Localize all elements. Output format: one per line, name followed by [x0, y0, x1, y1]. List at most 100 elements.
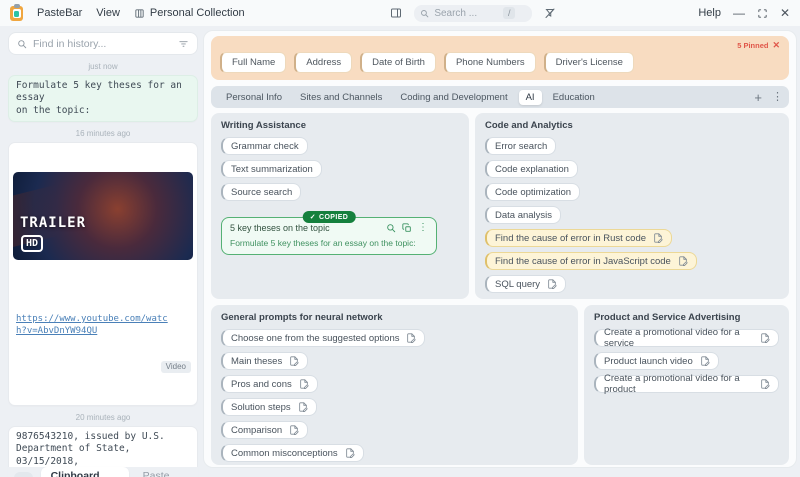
prompt-item[interactable]: SQL query	[485, 275, 567, 293]
copied-clip-card[interactable]: ✓ COPIED 5 key theses on the topic ⋮ For…	[221, 211, 437, 255]
collection-selector[interactable]: Personal Collection	[134, 7, 245, 19]
prompt-item[interactable]: Grammar check	[221, 137, 308, 155]
prompt-label: Solution steps	[231, 401, 291, 413]
prompt-label: Common misconceptions	[231, 447, 338, 459]
prompt-label: Pros and cons	[231, 378, 292, 390]
prompt-label: Comparison	[231, 424, 283, 436]
panel-title: Writing Assistance	[221, 120, 306, 131]
pinned-item[interactable]: Date of Birth	[360, 52, 436, 73]
pinned-item[interactable]: Driver's License	[543, 52, 634, 73]
tab-education[interactable]: Education	[544, 90, 604, 105]
tab-personal-info[interactable]: Personal Info	[217, 90, 291, 105]
file-pen-icon[interactable]	[547, 279, 557, 289]
search-shortcut-key: /	[503, 7, 516, 19]
prompt-item[interactable]: Common misconceptions	[221, 444, 364, 462]
file-pen-icon[interactable]	[700, 356, 710, 366]
pinned-item[interactable]: Phone Numbers	[443, 52, 536, 73]
find-input[interactable]	[33, 37, 172, 50]
prompt-label: Grammar check	[231, 140, 299, 152]
file-pen-icon[interactable]	[289, 425, 299, 435]
file-pen-icon[interactable]	[406, 333, 416, 343]
check-icon: ✓	[309, 214, 317, 221]
prompt-item[interactable]: Code explanation	[485, 160, 578, 178]
panel-toggle-icon[interactable]	[390, 7, 402, 19]
tab-paste-menu[interactable]: Paste Menu	[137, 467, 192, 477]
tab-menu-icon[interactable]: ⋮	[772, 91, 783, 103]
file-pen-icon[interactable]	[760, 333, 770, 343]
clip-essay[interactable]: Formulate 5 key theses for an essay on t…	[8, 75, 198, 123]
panel-title: Code and Analytics	[485, 120, 573, 131]
prompt-item[interactable]: Find the cause of error in JavaScript co…	[485, 252, 697, 270]
prompt-item[interactable]: Pros and cons	[221, 375, 318, 393]
board-tabs: Personal Info Sites and Channels Coding an…	[211, 86, 789, 108]
time-group-label: 20 minutes ago	[75, 413, 131, 423]
close-button[interactable]: ✕	[780, 7, 790, 19]
clipboard-list-icon[interactable]	[14, 471, 33, 477]
pinned-pills: Full Name Address Date of Birth Phone Numbe…	[220, 52, 634, 73]
prompt-label: Error search	[495, 140, 548, 152]
prompt-label: Product launch video	[604, 355, 693, 367]
add-tab-button[interactable]: +	[754, 91, 762, 104]
hd-badge: HD	[21, 234, 44, 252]
prompt-item[interactable]: Data analysis	[485, 206, 562, 224]
video-thumbnail[interactable]: TRAILER HD	[13, 171, 193, 260]
pastebar-logo-icon	[10, 3, 23, 21]
global-search[interactable]: /	[414, 4, 533, 22]
maximize-icon[interactable]	[757, 8, 768, 19]
prompt-item[interactable]: Text summarization	[221, 160, 322, 178]
pinned-section: 5 Pinned ✕ Full Name Address Date of Birth…	[211, 36, 789, 80]
prompt-item[interactable]: Find the cause of error in Rust code	[485, 229, 673, 247]
copied-clip-body: Formulate 5 key theses for an essay on t…	[230, 238, 416, 248]
copied-clip-title: 5 key theses on the topic	[230, 223, 330, 233]
prompt-item[interactable]: Error search	[485, 137, 557, 155]
filter-icon[interactable]	[178, 38, 189, 49]
tab-clipboard-history[interactable]: Clipboard History	[40, 467, 129, 477]
prompt-item[interactable]: Create a promotional video for a product	[594, 373, 779, 395]
file-pen-icon[interactable]	[678, 256, 688, 266]
titlebar: PasteBar View Personal Collection / Help…	[0, 0, 800, 26]
prompt-label: Find the cause of error in JavaScript co…	[495, 255, 671, 267]
pinned-item[interactable]: Full Name	[220, 52, 287, 73]
prompt-item[interactable]: Code optimization	[485, 183, 581, 201]
file-pen-icon[interactable]	[289, 356, 299, 366]
panel-title: General prompts for neural network	[221, 312, 383, 323]
search-input[interactable]	[434, 7, 499, 19]
search-icon[interactable]	[386, 223, 396, 233]
prompt-item[interactable]: Solution steps	[221, 398, 317, 416]
clip-video[interactable]: TRAILER HD https://www.youtube.com/watch…	[8, 142, 198, 407]
tab-ai[interactable]: AI	[518, 89, 542, 105]
file-pen-icon[interactable]	[298, 402, 308, 412]
file-pen-icon[interactable]	[653, 233, 663, 243]
panel-code-analytics: Code and Analytics Error search Code expl…	[475, 113, 789, 299]
prompt-label: Choose one from the suggested options	[231, 332, 400, 344]
clear-filter-icon[interactable]	[544, 7, 556, 19]
copy-icon[interactable]	[402, 223, 412, 233]
prompt-item[interactable]: Source search	[221, 183, 302, 201]
pinned-count-label: 5 Pinned	[737, 41, 769, 50]
file-pen-icon[interactable]	[299, 379, 309, 389]
prompt-label: Data analysis	[495, 209, 553, 221]
video-link[interactable]: https://www.youtube.com/watch?v=AbvDnYW9…	[16, 313, 172, 337]
find-in-history[interactable]	[8, 32, 198, 55]
tab-sites-and-channels[interactable]: Sites and Channels	[291, 90, 391, 105]
search-icon	[420, 9, 429, 18]
prompt-label: Create a promotional video for a product	[604, 373, 740, 395]
prompt-item[interactable]: Create a promotional video for a service	[594, 327, 779, 349]
menu-view[interactable]: View	[96, 7, 120, 19]
prompt-label: Main theses	[231, 355, 283, 367]
prompt-item[interactable]: Main theses	[221, 352, 309, 370]
minimize-button[interactable]: —	[733, 7, 745, 19]
prompt-item[interactable]: Comparison	[221, 421, 309, 439]
pinned-item[interactable]: Address	[294, 52, 353, 73]
collection-icon	[134, 8, 145, 19]
prompt-label: Source search	[231, 186, 293, 198]
tab-coding-and-development[interactable]: Coding and Development	[391, 90, 516, 105]
prompt-item[interactable]: Choose one from the suggested options	[221, 329, 426, 347]
more-options-icon[interactable]: ⋮	[418, 223, 428, 233]
close-pinned-icon[interactable]: ✕	[772, 40, 780, 51]
file-pen-icon[interactable]	[345, 448, 355, 458]
file-pen-icon[interactable]	[760, 379, 770, 389]
help-button[interactable]: Help	[698, 7, 721, 19]
prompt-label: SQL query	[495, 278, 541, 290]
prompt-item[interactable]: Product launch video	[594, 352, 719, 370]
